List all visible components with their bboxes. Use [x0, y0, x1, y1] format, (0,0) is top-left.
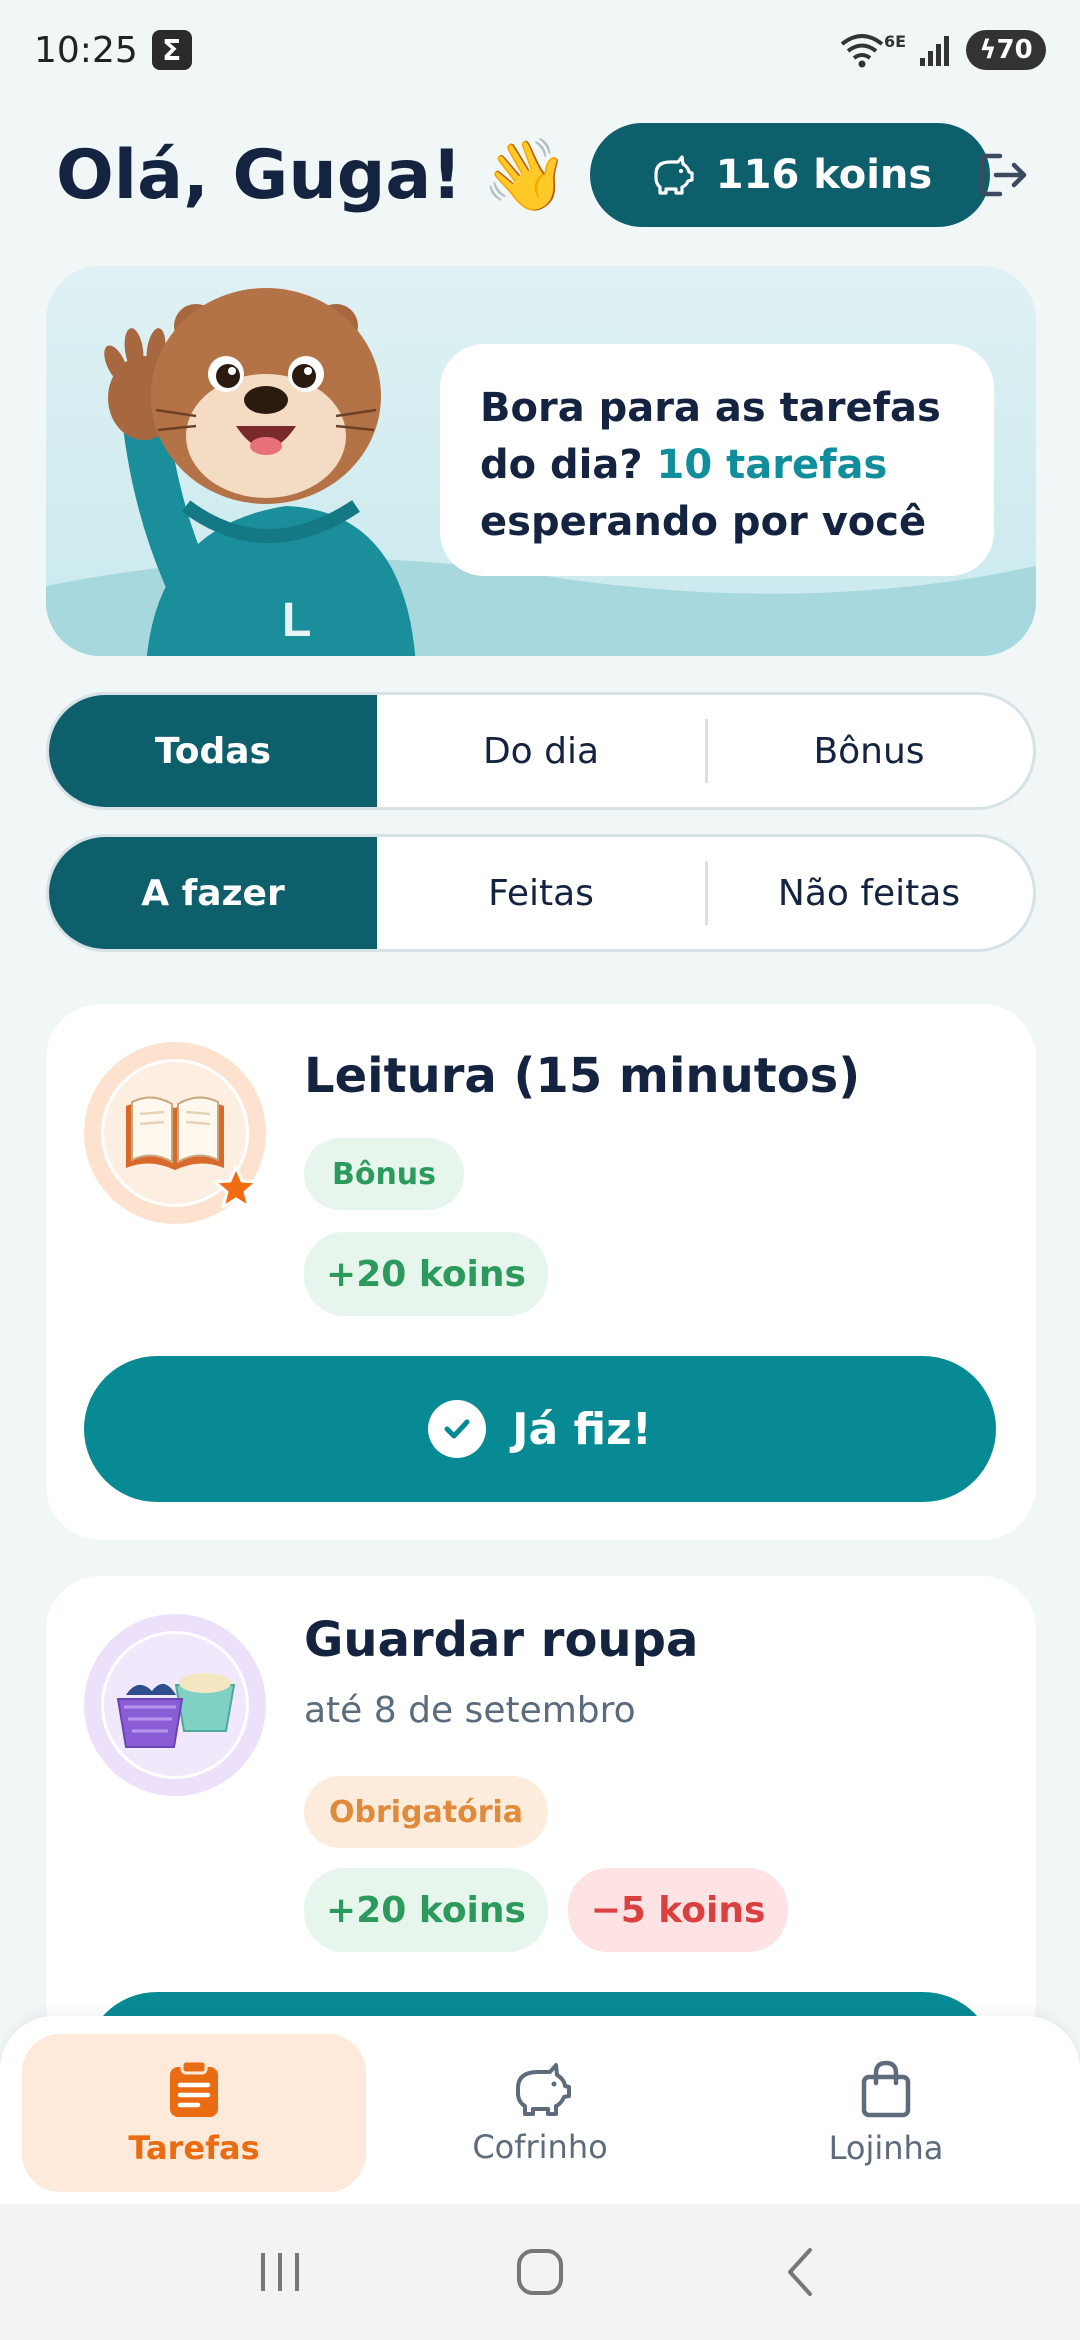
network-type-label: 6E [883, 31, 906, 51]
hoodie-letter: L [282, 594, 311, 647]
pending-tasks-count: 10 tarefas [656, 442, 888, 488]
star-badge-icon [213, 1165, 259, 1209]
nav-cofrinho[interactable]: Cofrinho [368, 2034, 712, 2192]
clipboard-icon [170, 2059, 218, 2117]
back-button[interactable] [765, 2237, 835, 2307]
speech-bubble: Bora para as tarefas do dia? 10 tarefas … [440, 344, 994, 576]
waving-hand-icon: 👋 [482, 133, 570, 216]
bottom-navigation: Tarefas Cofrinho Lojinha [0, 2016, 1080, 2204]
filter-bonus[interactable]: Bônus [705, 695, 1033, 807]
filter-nao-feitas[interactable]: Não feitas [705, 837, 1033, 949]
mandatory-tag: Obrigatória [304, 1776, 548, 1848]
task-card[interactable]: Leitura (15 minutos) Bônus +20 koins Já … [46, 1004, 1036, 1540]
task-card[interactable]: Guardar roupa até 8 de setembro Obrigató… [46, 1576, 1036, 2138]
laundry-baskets-icon [116, 1673, 236, 1748]
battery-indicator: ϟ 70 [966, 30, 1046, 70]
status-time: 10:25 [34, 29, 138, 71]
logout-icon [979, 153, 1027, 197]
back-icon [788, 2248, 812, 2296]
task-status-filter: A fazer Feitas Não feitas [46, 834, 1036, 952]
signal-icon [920, 36, 949, 66]
piggy-bank-icon [516, 2063, 571, 2116]
header: Olá, Guga! 👋 116 koins [56, 120, 1036, 230]
home-icon [517, 2249, 563, 2295]
task-due-date: até 8 de setembro [304, 1690, 636, 1731]
shopping-bag-icon [861, 2060, 911, 2118]
filter-feitas[interactable]: Feitas [377, 837, 705, 949]
task-type-filter: Todas Do dia Bônus [46, 692, 1036, 810]
recent-apps-icon [261, 2253, 299, 2291]
reward-chip: +20 koins [304, 1868, 548, 1952]
battery-level: 70 [996, 35, 1033, 65]
filter-todas[interactable]: Todas [49, 695, 377, 807]
koins-balance-button[interactable]: 116 koins [590, 123, 990, 227]
nav-tarefas[interactable]: Tarefas [22, 2034, 366, 2192]
nav-lojinha[interactable]: Lojinha [714, 2034, 1058, 2192]
home-button[interactable] [505, 2237, 575, 2307]
logout-button[interactable] [968, 140, 1038, 210]
welcome-banner: L Bora para as tarefas do dia? 10 tarefa… [46, 266, 1036, 656]
bonus-tag: Bônus [304, 1138, 464, 1210]
task-icon-wrapper [84, 1042, 266, 1224]
filter-a-fazer[interactable]: A fazer [49, 837, 377, 949]
task-title: Guardar roupa [304, 1612, 699, 1668]
recent-apps-button[interactable] [245, 2237, 315, 2307]
check-icon [428, 1400, 487, 1458]
filter-do-dia[interactable]: Do dia [377, 695, 705, 807]
banner-message-part2: esperando por você [480, 499, 927, 545]
nav-cofrinho-label: Cofrinho [472, 2128, 608, 2166]
task-title: Leitura (15 minutos) [304, 1048, 861, 1104]
status-bar: 10:25 Σ 6E ϟ 70 [0, 0, 1080, 100]
penalty-chip: −5 koins [568, 1868, 788, 1952]
nav-tarefas-label: Tarefas [128, 2129, 260, 2167]
sigma-app-icon: Σ [151, 30, 192, 70]
charging-icon: ϟ [979, 35, 997, 65]
greeting-title: Olá, Guga! [56, 135, 463, 215]
wifi-icon [840, 34, 884, 68]
mark-done-label: Já fiz! [512, 1403, 652, 1455]
reward-chip: +20 koins [304, 1232, 548, 1316]
nav-lojinha-label: Lojinha [828, 2129, 944, 2167]
system-navigation-bar [0, 2204, 1080, 2340]
koins-balance-label: 116 koins [715, 152, 933, 198]
task-icon-wrapper [84, 1614, 266, 1796]
mark-done-button[interactable]: Já fiz! [84, 1356, 996, 1502]
piggy-bank-icon [654, 155, 694, 195]
